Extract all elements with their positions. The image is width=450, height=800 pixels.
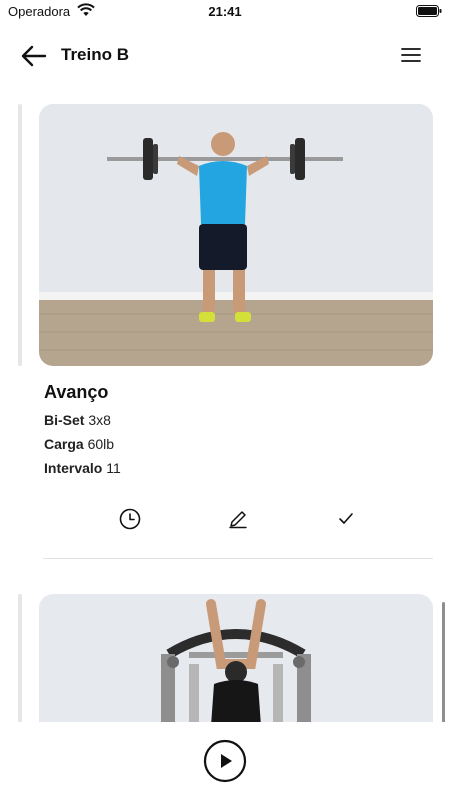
exercise-name: Avanço — [44, 382, 109, 402]
battery-icon — [416, 5, 442, 17]
exercise-detail-set: Bi-Set 3x8 — [44, 412, 111, 428]
page-title: Treino B — [61, 45, 130, 64]
hamburger-menu-icon[interactable] — [400, 44, 422, 66]
card-accent-bar — [18, 104, 22, 366]
status-bar: Operadora 21:41 — [0, 0, 450, 24]
pencil-icon[interactable] — [225, 506, 251, 532]
clock-icon[interactable] — [117, 506, 143, 532]
exercise-detail-interval: Intervalo 11 — [44, 460, 121, 476]
check-icon[interactable] — [333, 506, 359, 532]
app-header: Treino B — [0, 34, 450, 78]
arrow-left-icon[interactable] — [18, 42, 50, 70]
exercise-image — [39, 104, 433, 366]
exercise-list[interactable]: Avanço Bi-Set 3x8 Carga 60lb Intervalo 1… — [0, 96, 450, 722]
scrollbar[interactable] — [442, 602, 445, 722]
status-time: 21:41 — [208, 4, 242, 19]
card-divider — [43, 558, 433, 559]
play-icon[interactable] — [203, 739, 247, 783]
exercise-detail-load: Carga 60lb — [44, 436, 115, 452]
card-accent-bar — [18, 594, 22, 722]
bottom-bar — [0, 722, 450, 800]
exercise-image — [39, 594, 433, 722]
